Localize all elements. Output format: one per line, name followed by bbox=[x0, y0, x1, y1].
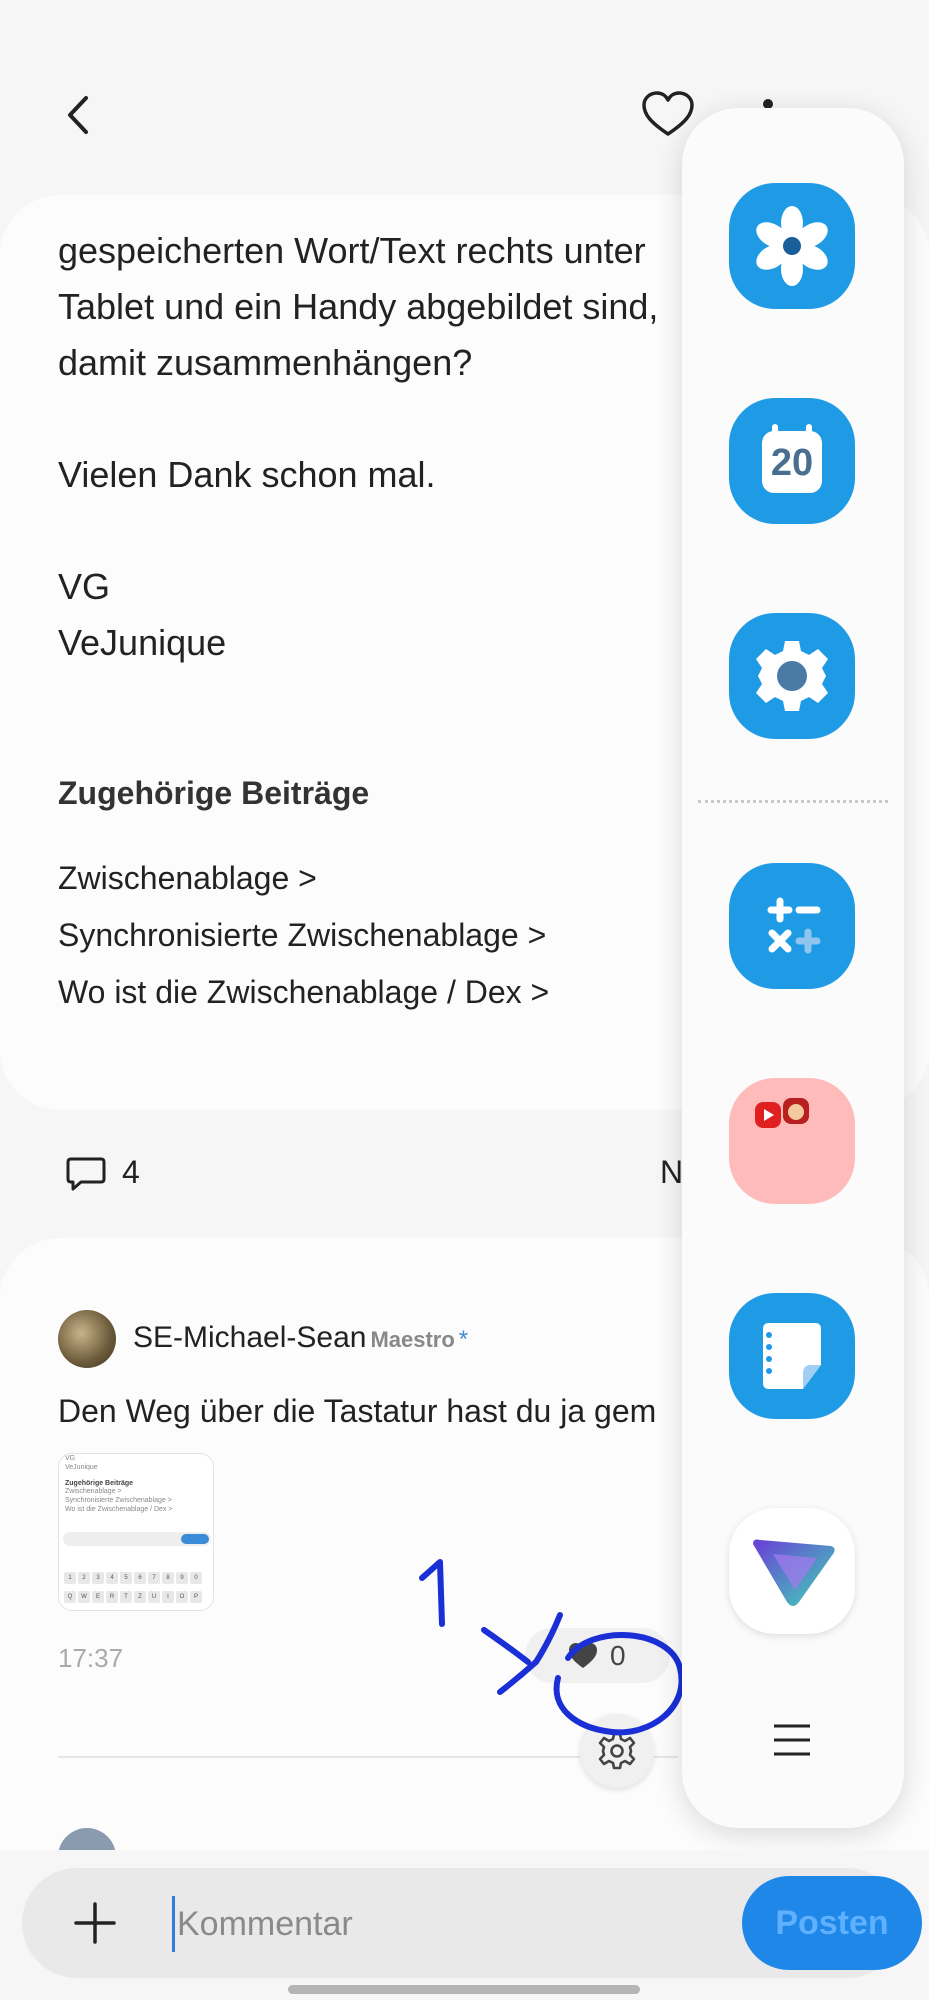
related-posts-list: Zwischenablage > Synchronisierte Zwische… bbox=[58, 850, 549, 1021]
thumb-key: 7 bbox=[148, 1572, 160, 1584]
thumb-key: 1 bbox=[64, 1572, 76, 1584]
home-indicator bbox=[288, 1985, 640, 1994]
thumb-keyboard: 1 2 3 4 5 6 7 8 9 0 Q W E R T Z U I O P bbox=[63, 1566, 211, 1604]
comment-composer: Posten bbox=[0, 1850, 929, 2000]
settings-icon bbox=[756, 641, 828, 711]
post-button[interactable]: Posten bbox=[742, 1876, 922, 1970]
edge-panel-divider bbox=[698, 800, 888, 803]
floating-settings-button[interactable] bbox=[580, 1714, 654, 1788]
heart-filled-icon bbox=[569, 1643, 597, 1668]
folder-icon bbox=[755, 1098, 809, 1128]
favorite-button[interactable] bbox=[640, 90, 696, 140]
related-posts-title: Zugehörige Beiträge bbox=[58, 775, 370, 811]
avatar[interactable] bbox=[58, 1310, 116, 1368]
thumb-key: P bbox=[190, 1591, 202, 1603]
edge-panel: 20 bbox=[682, 108, 904, 1828]
sort-label[interactable]: N bbox=[660, 1154, 683, 1191]
comment-input[interactable] bbox=[172, 1896, 732, 1952]
notes-icon bbox=[763, 1323, 821, 1389]
heart-icon bbox=[642, 91, 694, 136]
post-line: Tablet und ein Handy abgebildet sind, bbox=[58, 286, 659, 327]
thumb-key: 9 bbox=[176, 1572, 188, 1584]
thumb-post-button bbox=[181, 1534, 209, 1544]
thumb-item: Synchronisierte Zwischenablage > bbox=[65, 1497, 172, 1504]
thumb-line: VG bbox=[65, 1455, 76, 1462]
thumb-key: E bbox=[92, 1591, 104, 1603]
plus-icon bbox=[74, 1902, 116, 1944]
gear-icon bbox=[598, 1732, 636, 1770]
calendar-day: 20 bbox=[770, 442, 814, 484]
post-line: VG bbox=[58, 566, 111, 607]
vpn-app[interactable] bbox=[729, 1508, 855, 1634]
post-line: Vielen Dank schon mal. bbox=[58, 454, 436, 495]
comment-summary: 4 N bbox=[65, 1150, 765, 1200]
edge-panel-menu[interactable] bbox=[770, 1720, 814, 1760]
thumb-line: VeJunique bbox=[65, 1464, 98, 1471]
comment-text: Den Weg über die Tastatur hast du ja gem bbox=[58, 1393, 657, 1429]
like-button[interactable]: 0 bbox=[525, 1628, 670, 1683]
gallery-app[interactable] bbox=[729, 183, 855, 309]
post-line: gespeicherten Wort/Text rechts unter bbox=[58, 230, 646, 271]
post-body: gespeicherten Wort/Text rechts unter Tab… bbox=[58, 223, 698, 671]
thumb-key: 0 bbox=[190, 1572, 202, 1584]
thumb-item: Wo ist die Zwischenablage / Dex > bbox=[65, 1506, 173, 1513]
thumb-key: W bbox=[78, 1591, 90, 1603]
add-attachment-button[interactable] bbox=[70, 1898, 120, 1948]
related-post-link[interactable]: Zwischenablage > bbox=[58, 850, 549, 907]
comment-bubble-icon[interactable] bbox=[65, 1155, 107, 1193]
calculator-app[interactable] bbox=[729, 863, 855, 989]
vpn-icon bbox=[753, 1539, 835, 1606]
thumb-key: Z bbox=[134, 1591, 146, 1603]
thumb-key: T bbox=[120, 1591, 132, 1603]
thumb-key: 8 bbox=[162, 1572, 174, 1584]
post-line: VeJunique bbox=[58, 622, 227, 663]
comment-image-thumbnail[interactable]: VG VeJunique Zugehörige Beiträge Zwische… bbox=[58, 1453, 214, 1611]
notes-app[interactable] bbox=[729, 1293, 855, 1419]
comment-input-pill: Posten bbox=[22, 1868, 922, 1978]
thumb-key: O bbox=[176, 1591, 188, 1603]
settings-app[interactable] bbox=[729, 613, 855, 739]
menu-icon bbox=[774, 1724, 810, 1756]
back-button[interactable] bbox=[55, 90, 105, 140]
thumb-key: R bbox=[106, 1591, 118, 1603]
app-folder[interactable] bbox=[729, 1078, 855, 1204]
thumb-key: 2 bbox=[78, 1572, 90, 1584]
thumb-key: 6 bbox=[134, 1572, 146, 1584]
post-line: damit zusammenhängen? bbox=[58, 342, 473, 383]
calendar-app[interactable]: 20 bbox=[729, 398, 855, 524]
like-count: 0 bbox=[610, 1640, 626, 1671]
thumb-key: 5 bbox=[120, 1572, 132, 1584]
calculator-icon bbox=[767, 897, 821, 954]
related-post-link[interactable]: Synchronisierte Zwischenablage > bbox=[58, 907, 549, 964]
comment-count: 4 bbox=[122, 1154, 140, 1190]
thumb-key: U bbox=[148, 1591, 160, 1603]
thumb-key: I bbox=[162, 1591, 174, 1603]
comment-author[interactable]: SE-Michael-Sean Maestro * bbox=[133, 1321, 468, 1355]
related-post-link[interactable]: Wo ist die Zwischenablage / Dex > bbox=[58, 964, 549, 1021]
thumb-key: Q bbox=[64, 1591, 76, 1603]
thumb-key: 3 bbox=[92, 1572, 104, 1584]
author-rank: Maestro bbox=[370, 1327, 455, 1352]
thumb-comment-bar bbox=[63, 1532, 211, 1546]
chevron-left-icon bbox=[68, 96, 88, 134]
comment-timestamp: 17:37 bbox=[58, 1643, 124, 1673]
star-icon: * bbox=[458, 1326, 469, 1353]
gallery-icon bbox=[756, 206, 828, 286]
thumb-key: 4 bbox=[106, 1572, 118, 1584]
author-name: SE-Michael-Sean bbox=[133, 1321, 367, 1354]
thumb-title: Zugehörige Beiträge bbox=[65, 1480, 134, 1487]
thumb-item: Zwischenablage > bbox=[65, 1488, 122, 1495]
